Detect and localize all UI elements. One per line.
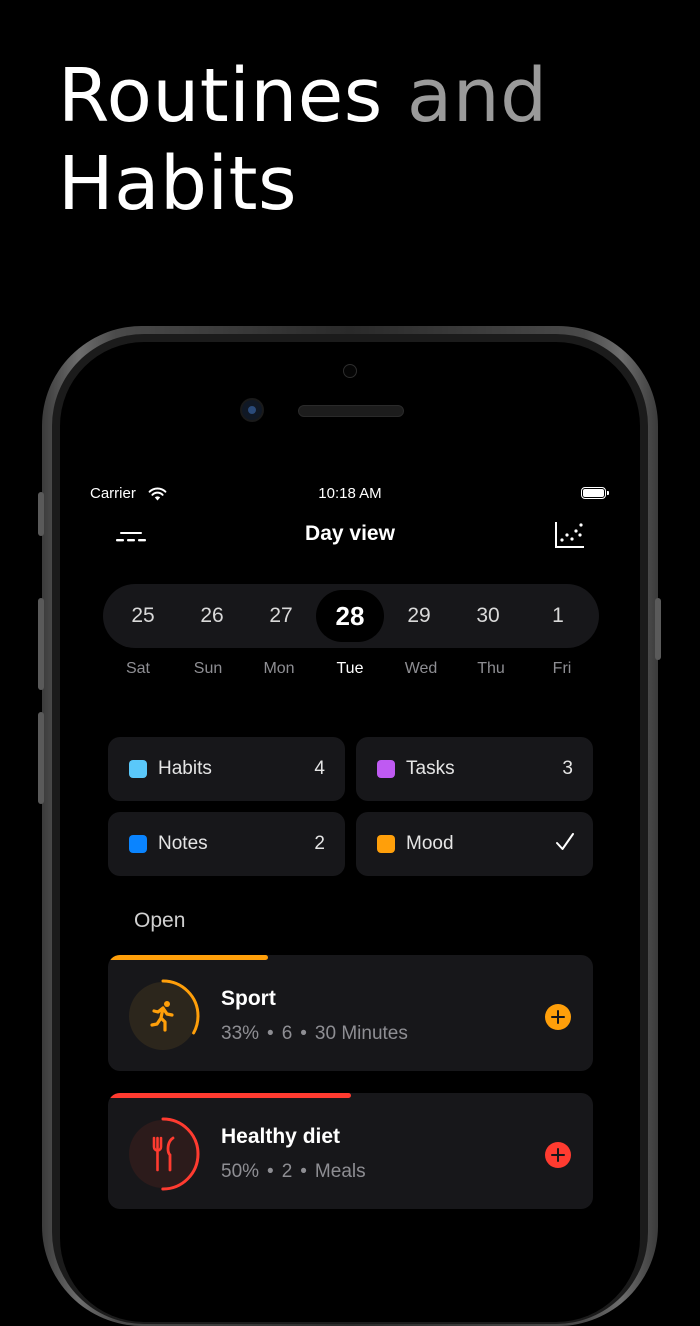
- day-30-button[interactable]: 30: [453, 584, 523, 648]
- weekday-label-selected: Tue: [336, 660, 364, 677]
- habits-color-swatch: [129, 760, 147, 778]
- habit-progress-bar: [108, 1093, 351, 1098]
- separator-dot: •: [267, 1023, 274, 1044]
- summary-count: 2: [314, 833, 325, 854]
- statistics-icon[interactable]: [554, 520, 586, 550]
- proximity-sensor: [343, 364, 357, 378]
- weekday-label: Thu: [477, 660, 505, 677]
- weekday-label: Sat: [125, 660, 150, 677]
- habit-meta: 33% • 6 • 30 Minutes: [221, 1023, 408, 1045]
- day-28-button-selected[interactable]: 28: [316, 590, 384, 642]
- weekday-label: Fri: [552, 660, 572, 677]
- habit-progress-ring: [126, 1117, 200, 1191]
- day-29-button[interactable]: 29: [384, 584, 454, 648]
- status-bar: Carrier 10:18 AM: [72, 484, 628, 506]
- habit-name: Healthy diet: [221, 1125, 341, 1148]
- summary-label: Notes: [158, 833, 208, 854]
- weekday-label: Mon: [263, 660, 295, 677]
- headline-line2: Habits: [58, 141, 298, 227]
- status-time: 10:18 AM: [318, 485, 382, 502]
- week-strip: 25 26 27 28 29 30 1: [103, 584, 599, 648]
- summary-count: 4: [314, 758, 325, 779]
- weekday-label: Sun: [193, 660, 223, 677]
- weekday-label: Wed: [404, 660, 438, 677]
- app-screen: Carrier 10:18 AM Day view 25 26 27 28 29…: [72, 476, 628, 1244]
- separator-dot: •: [300, 1161, 307, 1182]
- mood-color-swatch: [377, 835, 395, 853]
- day-26-button[interactable]: 26: [177, 584, 247, 648]
- headline-bright: Routines: [58, 53, 383, 139]
- habit-meta: 50% • 2 • Meals: [221, 1161, 366, 1183]
- summary-card-tasks[interactable]: Tasks 3: [356, 737, 593, 801]
- front-camera: [242, 400, 262, 420]
- tasks-color-swatch: [377, 760, 395, 778]
- battery-icon: [581, 487, 609, 499]
- mute-switch: [38, 492, 44, 536]
- page-title: Day view: [305, 522, 395, 545]
- summary-label: Habits: [158, 758, 212, 779]
- volume-down-button: [38, 712, 44, 804]
- habit-count: 2: [281, 1161, 293, 1182]
- habit-row-sport[interactable]: Sport 33% • 6 • 30 Minutes: [108, 955, 593, 1071]
- habit-row-healthy-diet[interactable]: Healthy diet 50% • 2 • Meals: [108, 1093, 593, 1209]
- habit-percent: 33%: [221, 1023, 260, 1044]
- power-button: [655, 598, 661, 660]
- habit-progress-bar: [108, 955, 269, 960]
- day-1-button[interactable]: 1: [523, 584, 593, 648]
- headline: Routines and Habits: [58, 52, 548, 228]
- habit-unit: Meals: [314, 1161, 366, 1182]
- habit-count: 6: [281, 1023, 293, 1044]
- add-progress-button[interactable]: [545, 1142, 571, 1168]
- earpiece-speaker: [298, 405, 404, 417]
- summary-card-notes[interactable]: Notes 2: [108, 812, 345, 876]
- notes-color-swatch: [129, 835, 147, 853]
- summary-count: 3: [562, 758, 573, 779]
- summary-card-habits[interactable]: Habits 4: [108, 737, 345, 801]
- separator-dot: •: [267, 1161, 274, 1182]
- separator-dot: •: [300, 1023, 307, 1044]
- summary-label: Tasks: [406, 758, 455, 779]
- checkmark-icon: [556, 833, 574, 850]
- volume-up-button: [38, 598, 44, 690]
- habit-name: Sport: [221, 987, 276, 1010]
- habit-percent: 50%: [221, 1161, 260, 1182]
- day-27-button[interactable]: 27: [246, 584, 316, 648]
- habit-unit: 30 Minutes: [314, 1023, 408, 1044]
- day-25-button[interactable]: 25: [108, 584, 178, 648]
- summary-label: Mood: [406, 833, 454, 854]
- add-progress-button[interactable]: [545, 1004, 571, 1030]
- section-title-open: Open: [134, 909, 186, 932]
- summary-card-mood[interactable]: Mood: [356, 812, 593, 876]
- headline-dim: and: [406, 53, 548, 139]
- habit-progress-ring: [126, 979, 200, 1053]
